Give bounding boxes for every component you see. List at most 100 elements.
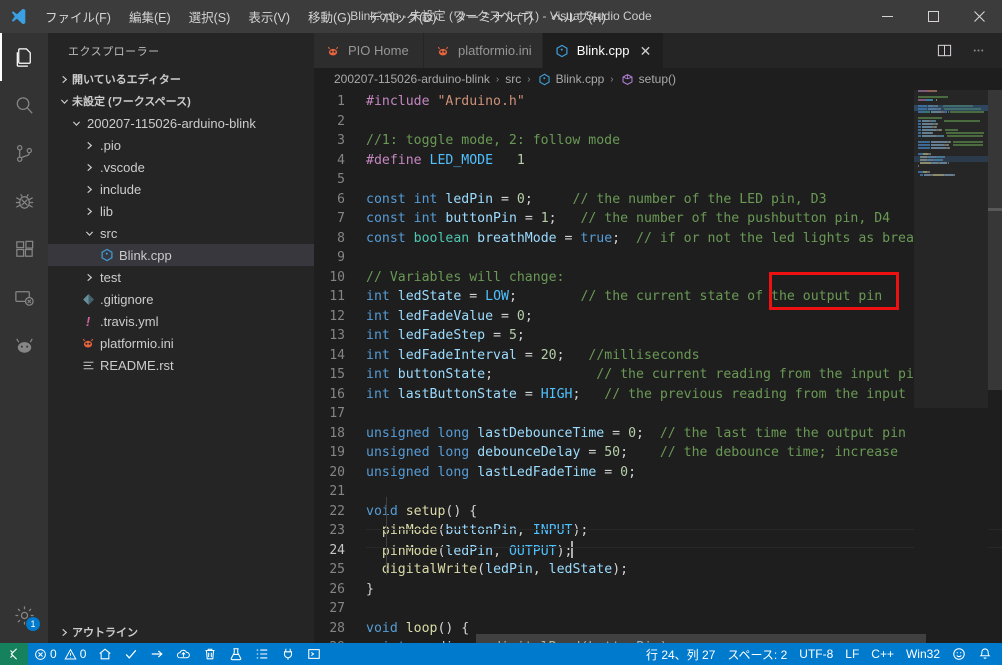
minimap-token — [949, 147, 951, 149]
code-line[interactable]: 21 — [314, 482, 1002, 502]
vertical-scrollbar[interactable] — [988, 90, 1002, 643]
status-feedback-smiley-icon[interactable] — [946, 643, 972, 665]
status-pio-upload-ota[interactable] — [170, 643, 197, 665]
code-line[interactable]: 9 — [314, 248, 1002, 268]
status-pio-test[interactable] — [223, 643, 249, 665]
close-button[interactable] — [956, 0, 1002, 33]
section-open-editors[interactable]: 開いているエディター — [48, 68, 314, 90]
status-language-mode[interactable]: C++ — [865, 643, 900, 665]
split-editor-icon[interactable] — [930, 33, 958, 68]
code-line[interactable]: 4 #define LED_MODE 1 — [314, 151, 1002, 171]
breadcrumb-item-project[interactable]: 200207-115026-arduino-blink — [334, 72, 490, 86]
tree-item-gitignore[interactable]: .gitignore — [48, 288, 314, 310]
code-line[interactable]: 1 #include "Arduino.h" — [314, 92, 1002, 112]
tab-close-icon[interactable]: ✕ — [637, 44, 653, 58]
code-line[interactable]: 6 const int ledPin = 0; // the number of … — [314, 190, 1002, 210]
menu-view[interactable]: 表示(V) — [239, 0, 299, 33]
status-eol[interactable]: LF — [839, 643, 865, 665]
code-line[interactable]: 16 int lastButtonState = HIGH; // the pre… — [314, 385, 1002, 405]
code-editor[interactable]: 1 #include "Arduino.h" 2 3//1: toggle mode,… — [314, 90, 1002, 643]
code-line[interactable]: 3 //1: toggle mode, 2: follow mode — [314, 131, 1002, 151]
tree-item-test[interactable]: test — [48, 266, 314, 288]
breadcrumb-item-src[interactable]: src — [505, 72, 521, 86]
status-pio-upload[interactable] — [144, 643, 170, 665]
code-line[interactable]: 18 unsigned long lastDebounceTime = 0; //… — [314, 424, 1002, 444]
status-pio-serial-monitor[interactable] — [275, 643, 301, 665]
tree-item-travis-yml[interactable]: ! .travis.yml — [48, 310, 314, 332]
tree-item-platformio-ini[interactable]: platformio.ini — [48, 332, 314, 354]
code-line[interactable]: 26} — [314, 580, 1002, 600]
status-pio-clean[interactable] — [197, 643, 223, 665]
activity-settings-gear[interactable]: 1 — [0, 591, 48, 639]
menu-go[interactable]: 移動(G) — [299, 0, 360, 33]
tree-item-lib[interactable]: lib — [48, 200, 314, 222]
vertical-scrollbar-thumb[interactable] — [988, 90, 1002, 390]
tab-pio-home[interactable]: PIO Home — [314, 33, 424, 68]
code-line[interactable]: 25 digitalWrite(ledPin, ledState); — [314, 560, 1002, 580]
activity-debug[interactable] — [0, 177, 48, 225]
code-token: // the previous reading from the input — [604, 386, 906, 402]
tab-platformio-ini[interactable]: platformio.ini — [424, 33, 543, 68]
breadcrumb-item-file[interactable]: Blink.cpp — [537, 72, 604, 86]
minimap[interactable] — [914, 90, 988, 643]
tree-item-src[interactable]: src — [48, 222, 314, 244]
code-line[interactable]: 7 const int buttonPin = 1; // the number … — [314, 209, 1002, 229]
tree-item-project-root[interactable]: 200207-115026-arduino-blink — [48, 112, 314, 134]
status-pio-build[interactable] — [118, 643, 144, 665]
code-line[interactable]: 19 unsigned long debounceDelay = 50; // t… — [314, 443, 1002, 463]
tree-item-include[interactable]: include — [48, 178, 314, 200]
status-pio-tasks[interactable] — [249, 643, 275, 665]
menu-edit[interactable]: 編集(E) — [120, 0, 180, 33]
tree-item-pio[interactable]: .pio — [48, 134, 314, 156]
activity-extensions[interactable] — [0, 225, 48, 273]
code-line[interactable]: 22 void setup() { — [314, 502, 1002, 522]
code-text: pinMode(buttonPin, INPUT); — [366, 521, 1002, 541]
menu-help[interactable]: ヘルプ(H) — [542, 0, 615, 33]
code-line[interactable]: 20 unsigned long lastLedFadeTime = 0; — [314, 463, 1002, 483]
activity-platformio[interactable] — [0, 321, 48, 369]
code-line[interactable]: 14 int ledFadeInterval = 20; //millisecon… — [314, 346, 1002, 366]
status-platform-target[interactable]: Win32 — [900, 643, 946, 665]
code-line[interactable]: 13 int ledFadeStep = 5; — [314, 326, 1002, 346]
code-line[interactable]: 11 int ledState = LOW; // the current sta… — [314, 287, 1002, 307]
activity-remote-explorer[interactable] — [0, 273, 48, 321]
status-pio-terminal[interactable] — [301, 643, 327, 665]
code-line[interactable]: 15 int buttonState; // the current readin… — [314, 365, 1002, 385]
code-line[interactable]: 8 const boolean breathMode = true; // if … — [314, 229, 1002, 249]
tree-item-readme-rst[interactable]: README.rst — [48, 354, 314, 376]
status-indentation[interactable]: スペース: 2 — [721, 643, 793, 665]
tree-item-blink-cpp[interactable]: Blink.cpp — [48, 244, 314, 266]
minimize-button[interactable] — [864, 0, 910, 33]
status-problems[interactable]: 0 0 — [28, 643, 92, 665]
horizontal-scrollbar[interactable] — [314, 633, 926, 643]
status-notifications-bell-icon[interactable] — [972, 643, 1002, 665]
more-actions-icon[interactable] — [964, 33, 992, 68]
activity-search[interactable] — [0, 81, 48, 129]
menu-file[interactable]: ファイル(F) — [36, 0, 120, 33]
maximize-button[interactable] — [910, 0, 956, 33]
status-pio-home[interactable] — [92, 643, 118, 665]
tab-blink-cpp[interactable]: Blink.cpp ✕ — [542, 33, 665, 68]
code-line[interactable]: 24 pinMode(ledPin, OUTPUT); — [314, 540, 1002, 561]
status-encoding[interactable]: UTF-8 — [793, 643, 839, 665]
remote-window-indicator[interactable] — [0, 643, 28, 665]
code-line[interactable]: 5 — [314, 170, 1002, 190]
code-line[interactable]: 2 — [314, 112, 1002, 132]
breadcrumb-item-symbol[interactable]: setup() — [620, 72, 676, 86]
code-line[interactable]: 27 — [314, 599, 1002, 619]
activity-source-control[interactable] — [0, 129, 48, 177]
horizontal-scrollbar-thumb[interactable] — [476, 634, 926, 643]
menu-terminal[interactable]: ターミナル(T) — [445, 0, 541, 33]
menu-debug[interactable]: デバッグ(D) — [360, 0, 445, 33]
code-line[interactable]: 12 int ledFadeValue = 0; — [314, 307, 1002, 327]
code-line[interactable]: 23 pinMode(buttonPin, INPUT); — [314, 521, 1002, 541]
section-outline[interactable]: アウトライン — [48, 621, 314, 643]
status-cursor-position[interactable]: 行 24、列 27 — [640, 643, 721, 665]
section-workspace[interactable]: 未設定 (ワークスペース) — [48, 90, 314, 112]
menu-selection[interactable]: 選択(S) — [180, 0, 240, 33]
code-line[interactable]: 17 — [314, 404, 1002, 424]
code-token: () { — [445, 503, 478, 519]
code-line[interactable]: 10 // Variables will change: — [314, 268, 1002, 288]
activity-explorer[interactable] — [0, 33, 48, 81]
tree-item-vscode[interactable]: .vscode — [48, 156, 314, 178]
